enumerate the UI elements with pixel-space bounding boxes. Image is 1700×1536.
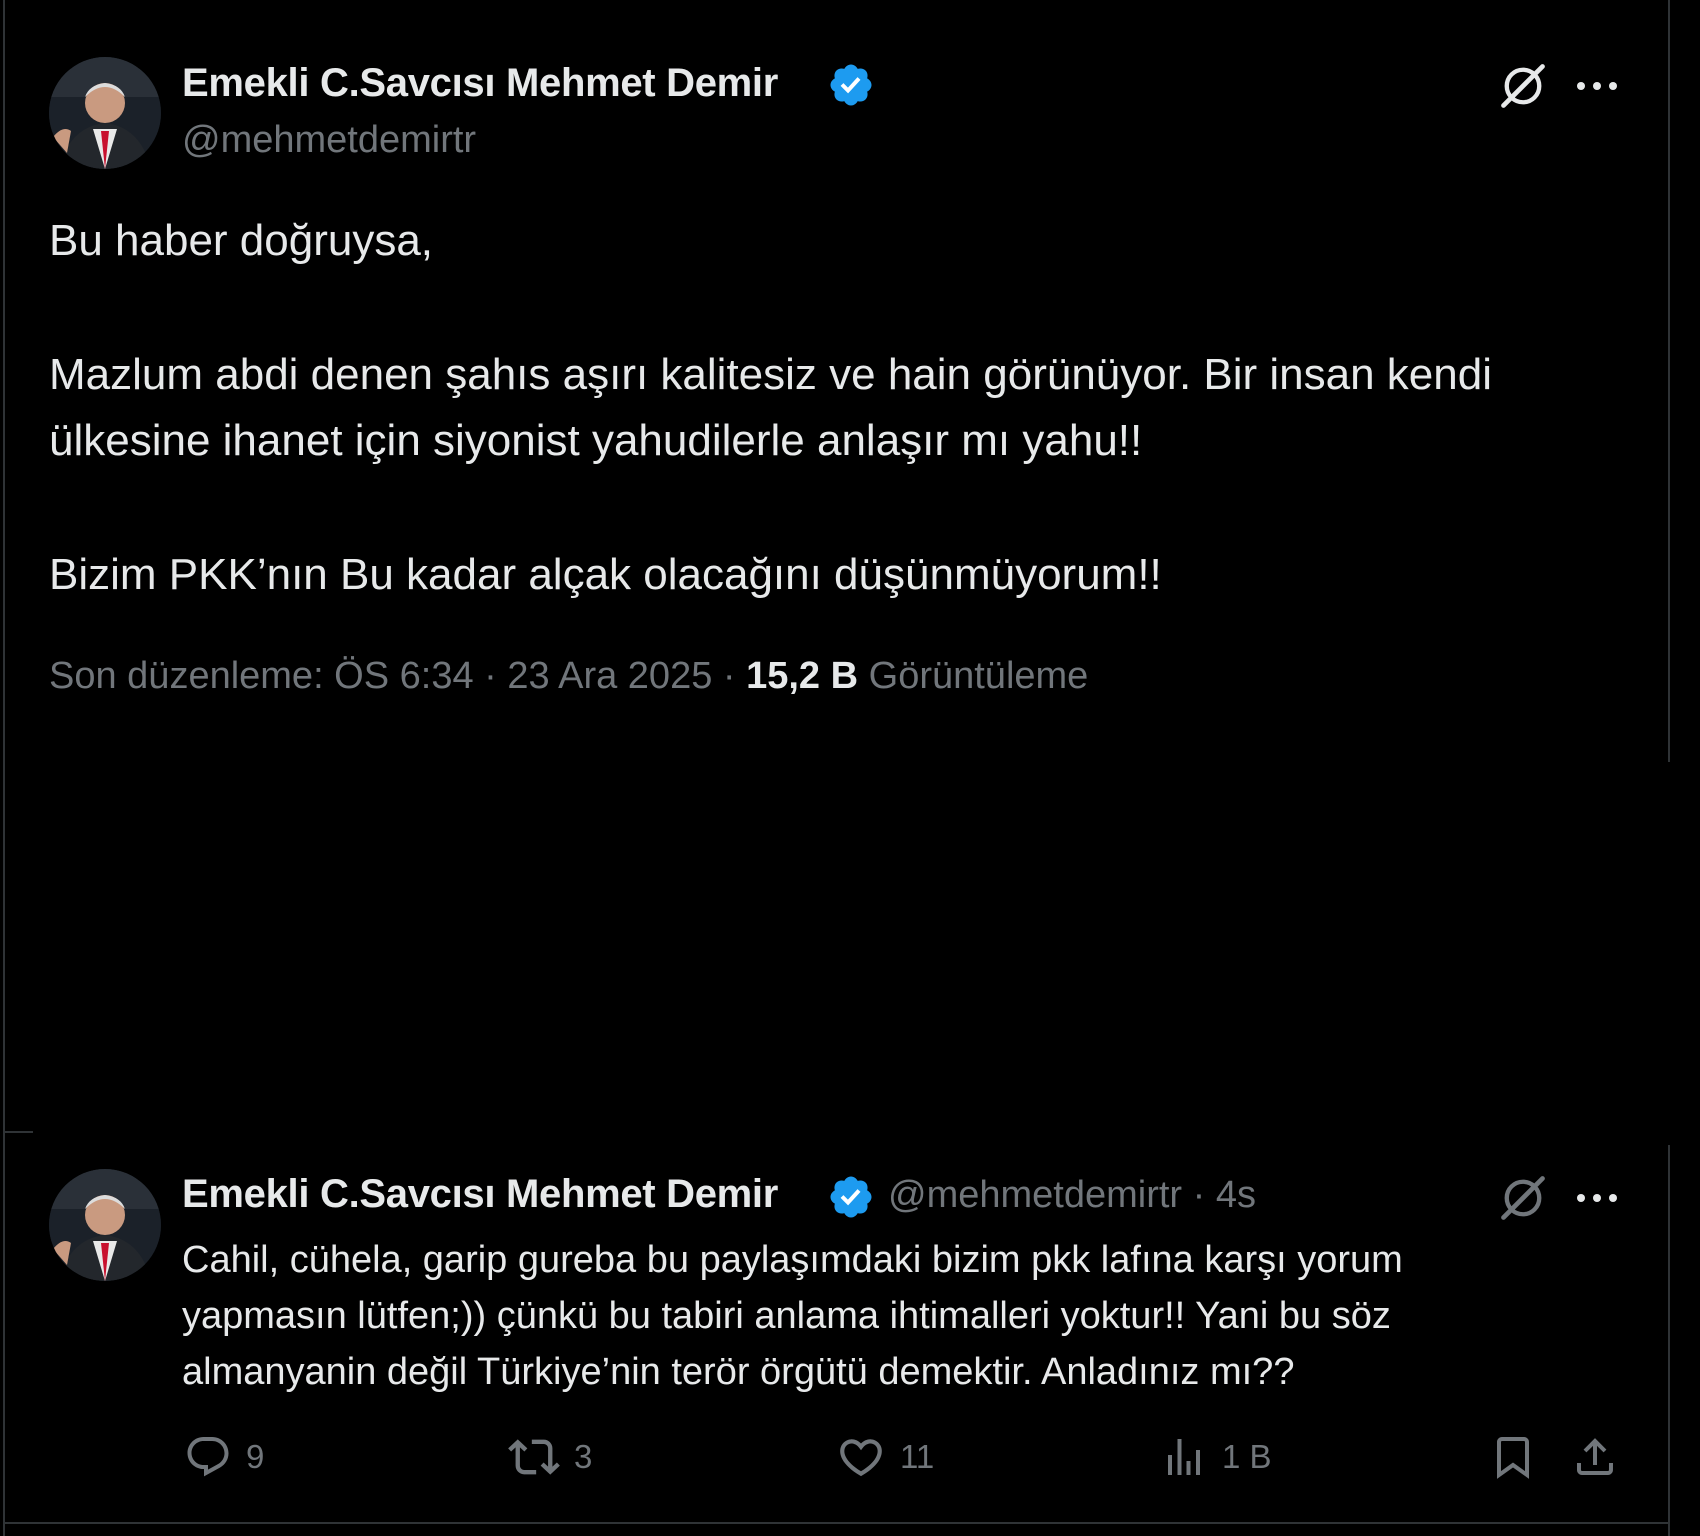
edited-timestamp[interactable]: Son düzenleme: ÖS 6:34 · 23 Ara 2025 · xyxy=(49,655,746,697)
repost-action[interactable]: 3 xyxy=(508,1432,592,1482)
avatar-image xyxy=(49,57,161,169)
bookmark-icon xyxy=(1497,1437,1529,1479)
like-action[interactable]: 11 xyxy=(836,1432,934,1482)
more-icon[interactable] xyxy=(1575,1190,1619,1206)
right-border-bottom xyxy=(1668,1145,1670,1536)
more-icon[interactable] xyxy=(1575,78,1619,94)
grok-icon[interactable] xyxy=(1497,60,1549,112)
tweet-meta: Son düzenleme: ÖS 6:34 · 23 Ara 2025 · 1… xyxy=(49,655,1088,698)
author-handle[interactable]: @mehmetdemirtr xyxy=(182,119,476,162)
views-icon xyxy=(1168,1439,1200,1475)
like-count: 11 xyxy=(900,1438,935,1475)
author-name[interactable]: Emekli C.Savcısı Mehmet Demir xyxy=(182,61,778,106)
bottom-divider xyxy=(3,1522,1670,1524)
views-action[interactable]: 1 B xyxy=(1160,1432,1272,1482)
tweet-line: ülkesine ihanet için siyonist yahudilerl… xyxy=(49,416,1143,465)
avatar[interactable] xyxy=(49,1169,161,1281)
repost-count: 3 xyxy=(574,1438,593,1475)
left-border xyxy=(3,0,5,1536)
reply-line: yapmasın lütfen;)) çünkü bu tabiri anlam… xyxy=(182,1295,1391,1337)
grok-icon[interactable] xyxy=(1497,1172,1549,1224)
tweet-line: Bizim PKK’nın Bu kadar alçak olacağını d… xyxy=(49,550,1162,599)
repost-icon xyxy=(508,1439,560,1475)
verified-badge-icon[interactable] xyxy=(827,1173,875,1221)
reply-line: almanyanin değil Türkiye’nin terör örgüt… xyxy=(182,1351,1295,1393)
author-handle-time[interactable]: @mehmetdemirtr · 4s xyxy=(888,1174,1256,1217)
bookmark-action[interactable] xyxy=(1489,1432,1537,1482)
like-icon xyxy=(840,1439,882,1477)
views-count: 1 B xyxy=(1222,1438,1272,1475)
tweet-text: Bu haber doğruysa, Mazlum abdi denen şah… xyxy=(49,208,1649,608)
reply-text: Cahil, cühela, garip gureba bu paylaşımd… xyxy=(182,1232,1622,1400)
avatar[interactable] xyxy=(49,57,161,169)
tweet-line: Bu haber doğruysa, xyxy=(49,216,434,265)
reply-action[interactable]: 9 xyxy=(184,1432,264,1482)
share-action[interactable] xyxy=(1571,1432,1619,1482)
thread-divider xyxy=(3,1131,33,1133)
author-name[interactable]: Emekli C.Savcısı Mehmet Demir xyxy=(182,1172,778,1217)
right-border-top xyxy=(1668,0,1670,762)
reply-icon xyxy=(187,1437,229,1477)
share-icon xyxy=(1577,1438,1613,1475)
reply-count: 9 xyxy=(246,1438,265,1475)
verified-badge-icon[interactable] xyxy=(827,61,875,109)
tweet-line: Mazlum abdi denen şahıs aşırı kalitesiz … xyxy=(49,350,1492,399)
views-count[interactable]: 15,2 B xyxy=(746,655,858,697)
reply-line: Cahil, cühela, garip gureba bu paylaşımd… xyxy=(182,1239,1403,1281)
views-label: Görüntüleme xyxy=(858,655,1089,697)
avatar-image xyxy=(49,1169,161,1281)
